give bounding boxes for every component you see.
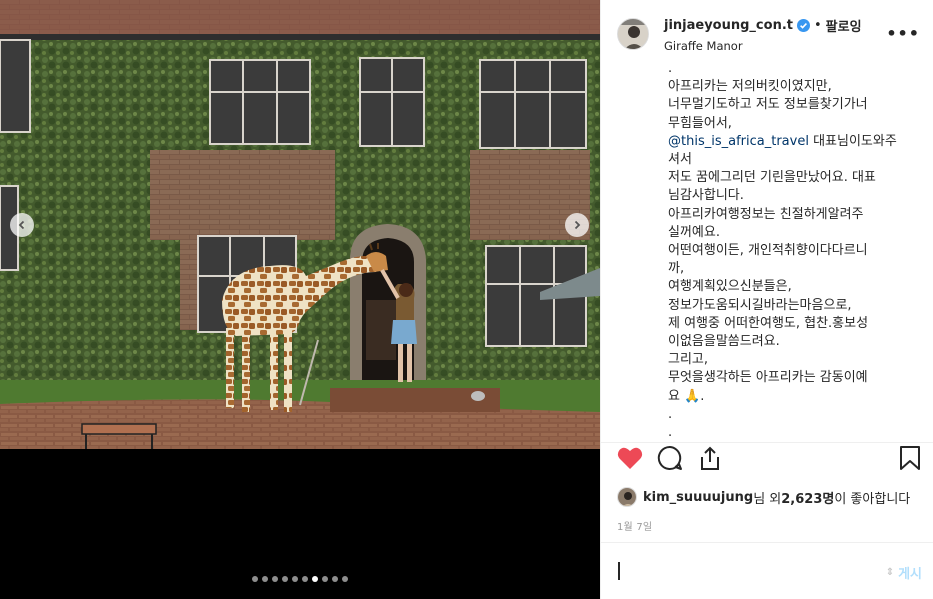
caption-line: 까,	[668, 261, 685, 277]
post-header: jinjaeyoung_con.t • 팔로잉 Giraffe Manor ••…	[601, 0, 933, 68]
location-link[interactable]: Giraffe Manor	[664, 39, 862, 53]
caption-line: 아프리카는 저의버킷이였지만,	[668, 79, 832, 95]
text-caret	[618, 562, 620, 580]
avatar[interactable]	[617, 18, 649, 50]
caption-text: 대표님이도와주	[808, 133, 897, 149]
caption-line: 저도 꿈에그리던 기린을만났어요. 대표	[668, 170, 876, 186]
likes-suffix: 님 외	[753, 491, 782, 507]
comment-input[interactable]	[617, 555, 867, 587]
comment-icon[interactable]	[657, 445, 683, 471]
photo-illustration	[0, 0, 600, 449]
caption-area: . 아프리카는 저의버킷이였지만, 너무멀기도하고 저도 정보를찾기가너무힘들어서,…	[601, 60, 933, 442]
caption-line: .	[668, 425, 673, 441]
liker-username[interactable]: kim_suuuujung	[643, 490, 753, 505]
post-modal: jinjaeyoung_con.t • 팔로잉 Giraffe Manor ••…	[0, 0, 933, 599]
caption-line: .	[668, 61, 673, 76]
divider	[601, 442, 933, 443]
carousel-dot[interactable]	[282, 576, 288, 582]
caption-line: 셔서	[668, 152, 692, 168]
header-text: jinjaeyoung_con.t • 팔로잉 Giraffe Manor	[664, 16, 862, 53]
comment-composer: ⇕ 게시	[601, 542, 933, 599]
carousel-dots	[252, 576, 348, 582]
media-viewer	[0, 0, 600, 599]
caption-line: 무엇을생각하든 아프리카는 감동이예	[668, 370, 868, 386]
caption-line: 아프리카여행정보는 친절하게알려주	[668, 206, 864, 222]
bookmark-icon[interactable]	[897, 445, 923, 471]
carousel-dot[interactable]	[272, 576, 278, 582]
caption-line: 그리고,	[668, 352, 709, 368]
carousel-dot[interactable]	[252, 576, 258, 582]
caption-line: 정보가도움되시길바라는마음으로,	[668, 297, 852, 313]
chevron-left-icon[interactable]	[10, 213, 34, 237]
caption-line: 여행계획있으신분들은,	[668, 279, 792, 295]
caption-line: 실꺼예요.	[668, 224, 720, 240]
caption-line: @this_is_africa_travel 대표님이도와주	[668, 133, 918, 151]
carousel-dot[interactable]	[342, 576, 348, 582]
more-options-icon[interactable]: •••	[886, 24, 920, 43]
share-icon[interactable]	[697, 445, 723, 471]
verified-badge-icon	[796, 18, 810, 32]
caption-line: 이없음을말씀드려요.	[668, 334, 780, 350]
caption-line: .	[668, 406, 673, 422]
post-date[interactable]: 1월 7일	[617, 518, 652, 533]
carousel-dot[interactable]	[312, 576, 318, 582]
liker-avatar[interactable]	[617, 487, 637, 507]
header-line: jinjaeyoung_con.t • 팔로잉	[664, 16, 862, 35]
caption-line: 어떤여행이든, 개인적취향이다다르니	[668, 243, 868, 259]
carousel-dot[interactable]	[262, 576, 268, 582]
caption-line: 님감사합니다.	[668, 188, 744, 204]
mention-link[interactable]: @this_is_africa_travel	[668, 134, 809, 149]
likes-tail: 이 좋아합니다	[834, 491, 911, 507]
following-button[interactable]: 팔로잉	[826, 16, 862, 35]
post-side-panel: jinjaeyoung_con.t • 팔로잉 Giraffe Manor ••…	[600, 0, 933, 599]
caption-line: 요 🙏.	[668, 388, 705, 404]
chevron-right-icon[interactable]	[565, 213, 589, 237]
header-separator: •	[813, 17, 822, 33]
carousel-dot[interactable]	[332, 576, 338, 582]
caption-line: 무힘들어서,	[668, 115, 732, 131]
updown-icon: ⇕	[885, 567, 895, 578]
likes-count[interactable]: 2,623명	[781, 488, 834, 507]
carousel-dot[interactable]	[292, 576, 298, 582]
carousel-dot[interactable]	[302, 576, 308, 582]
post-button-label: 게시	[898, 567, 922, 582]
heart-filled-icon[interactable]	[617, 445, 643, 471]
likes-summary: kim_suuuujung 님 외 2,623명 이 좋아합니다	[617, 487, 910, 507]
post-comment-button[interactable]: ⇕ 게시	[886, 563, 922, 582]
carousel-dot[interactable]	[322, 576, 328, 582]
caption-line: 너무멀기도하고 저도 정보를찾기가너	[668, 97, 868, 113]
username-link[interactable]: jinjaeyoung_con.t	[664, 18, 793, 33]
action-bar	[617, 445, 922, 473]
post-photo[interactable]	[0, 0, 600, 449]
caption-line: 제 여행중 어떠한여행도, 협찬.홍보성	[668, 315, 869, 331]
